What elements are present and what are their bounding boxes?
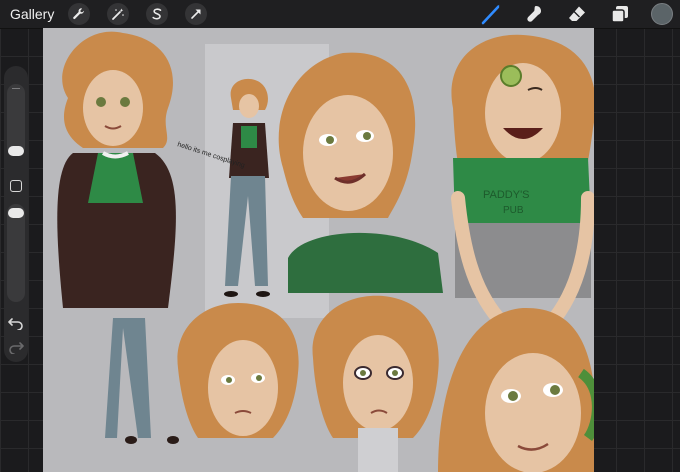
eraser-icon bbox=[567, 4, 587, 24]
transform-button[interactable] bbox=[185, 3, 208, 25]
opacity-thumb[interactable] bbox=[8, 208, 24, 218]
figure-smirk-head bbox=[278, 52, 443, 293]
brush-tool-button[interactable] bbox=[479, 2, 503, 26]
right-toolbar bbox=[479, 0, 680, 28]
color-picker-button[interactable] bbox=[651, 3, 673, 25]
smudge-icon bbox=[524, 4, 544, 24]
wrench-icon bbox=[72, 7, 86, 21]
left-sidebar bbox=[4, 66, 28, 362]
selection-s-icon bbox=[150, 7, 164, 21]
brush-size-slider[interactable] bbox=[7, 84, 25, 156]
shirt-lettering-2: PUB bbox=[503, 205, 524, 216]
selection-button[interactable] bbox=[146, 3, 169, 25]
artwork-illustration: hello its me cosplaying PADDY'S PUB bbox=[57, 31, 594, 472]
eraser-tool-button[interactable] bbox=[565, 2, 589, 26]
figure-sad-head-2 bbox=[312, 295, 439, 472]
brush-size-thumb[interactable] bbox=[8, 146, 24, 156]
gallery-button[interactable]: Gallery bbox=[10, 6, 54, 22]
brush-icon bbox=[480, 3, 502, 25]
figure-closeup-head bbox=[438, 307, 594, 472]
figure-small-fullbody: hello its me cosplaying bbox=[176, 78, 270, 297]
figure-jacket bbox=[57, 31, 179, 444]
transform-arrow-icon bbox=[189, 7, 203, 21]
shirt-lettering: PADDY'S bbox=[483, 189, 530, 201]
redo-icon bbox=[8, 341, 24, 358]
opacity-slider[interactable] bbox=[7, 204, 25, 302]
undo-button[interactable] bbox=[8, 316, 24, 331]
smudge-tool-button[interactable] bbox=[522, 2, 546, 26]
slider-tick bbox=[12, 88, 20, 89]
figure-paddys-shirt: PADDY'S PUB bbox=[451, 34, 594, 325]
drawing-canvas[interactable]: hello its me cosplaying PADDY'S PUB bbox=[43, 28, 594, 472]
figure-sad-head-1 bbox=[177, 303, 299, 438]
modify-button[interactable] bbox=[10, 180, 22, 192]
adjustments-button[interactable] bbox=[107, 3, 130, 25]
magic-wand-icon bbox=[111, 7, 125, 21]
undo-icon bbox=[8, 317, 24, 334]
actions-button[interactable] bbox=[68, 3, 91, 25]
top-toolbar: Gallery bbox=[0, 0, 680, 29]
layers-button[interactable] bbox=[608, 2, 632, 26]
redo-button[interactable] bbox=[8, 340, 24, 355]
layers-icon bbox=[610, 4, 630, 24]
